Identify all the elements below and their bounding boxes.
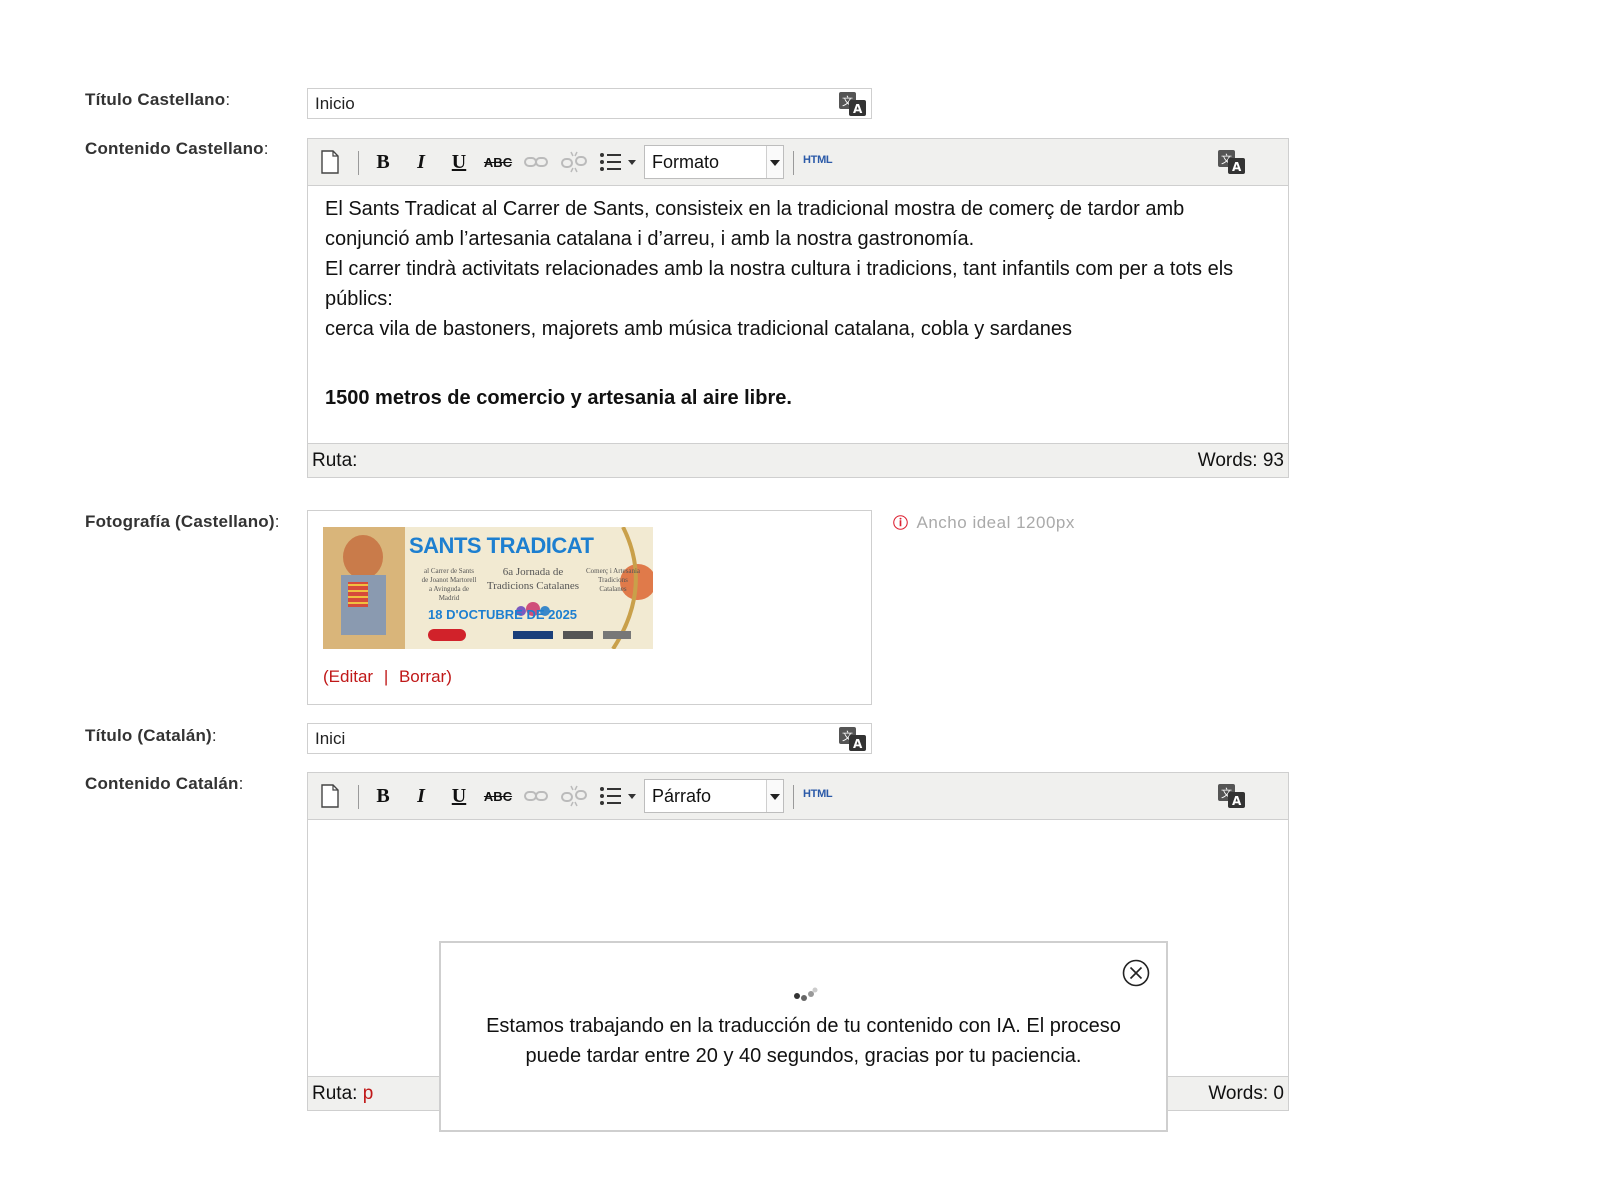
path-tag[interactable]: p: [363, 1083, 374, 1104]
unlink-icon[interactable]: [560, 148, 588, 176]
delete-photo-link[interactable]: Borrar): [399, 667, 452, 686]
photo-box: SANTS TRADICAT al Carrer de Sants de Joa…: [307, 510, 872, 705]
label-fotografia: Fotografía (Castellano):: [85, 512, 280, 531]
unlink-icon[interactable]: [560, 782, 588, 810]
path-label: Ruta: p: [312, 1083, 374, 1104]
titulo-catalan-input[interactable]: [308, 724, 822, 753]
italic-icon[interactable]: I: [407, 148, 435, 176]
photo-actions: (Editar | Borrar): [323, 667, 452, 687]
banner-date: 18 D'OCTUBRE DE 2025: [428, 607, 578, 622]
editor-statusbar: Ruta: Words: 93: [308, 443, 1288, 477]
banner-title: SANTS TRADICAT: [409, 533, 594, 558]
empty-line: [325, 344, 1271, 383]
toolbar-divider: [793, 785, 794, 809]
editor-content-area[interactable]: El Sants Tradicat al Carrer de Sants, co…: [308, 186, 1288, 428]
toolbar-divider: [793, 151, 794, 175]
svg-text:A: A: [853, 102, 863, 116]
toolbar-divider: [358, 785, 359, 809]
banner-center-text: 6a Jornada de Tradicions Catalanes: [486, 566, 580, 592]
content-paragraph: El carrer tindrà activitats relacionades…: [325, 258, 1234, 310]
format-select[interactable]: Formato: [644, 145, 784, 179]
edit-photo-link[interactable]: (Editar: [323, 667, 373, 686]
translate-icon[interactable]: 文 A: [838, 91, 868, 117]
photo-hint: ⓘ Ancho ideal 1200px: [893, 513, 1075, 532]
translate-icon[interactable]: 文 A: [838, 726, 868, 752]
strikethrough-icon[interactable]: ABC: [484, 782, 512, 810]
label-titulo-castellano: Título Castellano:: [85, 90, 231, 109]
content-bold-line: 1500 metros de comercio y artesania al a…: [325, 387, 792, 409]
new-document-icon[interactable]: [316, 782, 344, 810]
bold-icon[interactable]: B: [369, 148, 397, 176]
format-select[interactable]: Párrafo: [644, 779, 784, 813]
banner-left-text: al Carrer de Sants de Joanot Martorell a…: [421, 567, 477, 602]
close-icon[interactable]: [1122, 959, 1150, 987]
translate-icon[interactable]: 文 A: [1217, 783, 1247, 809]
link-icon[interactable]: [522, 148, 550, 176]
html-source-button[interactable]: HTML: [803, 788, 833, 800]
word-count: Words: 0: [1208, 1083, 1284, 1104]
word-count: Words: 93: [1197, 450, 1284, 471]
loading-spinner-icon: [794, 987, 818, 1001]
content-paragraph: El Sants Tradicat al Carrer de Sants, co…: [325, 198, 1185, 250]
titulo-castellano-field: 文 A: [307, 88, 872, 119]
svg-text:A: A: [1232, 160, 1242, 174]
titulo-castellano-input[interactable]: [308, 89, 822, 118]
strikethrough-icon[interactable]: ABC: [484, 148, 512, 176]
editor-toolbar: B I U ABC Párrafo HTML 文 A: [308, 773, 1288, 820]
bullet-list-icon[interactable]: [598, 782, 638, 810]
banner-right-text: Comerç i Artesania Tradicions Catalanes: [585, 567, 641, 593]
label-contenido-catalan: Contenido Catalán:: [85, 774, 244, 793]
translation-progress-modal: Estamos trabajando en la traducción de t…: [439, 941, 1168, 1132]
svg-text:A: A: [853, 737, 863, 751]
bullet-list-icon[interactable]: [598, 148, 638, 176]
translate-icon[interactable]: 文 A: [1217, 149, 1247, 175]
path-label: Ruta:: [312, 450, 358, 471]
label-contenido-castellano: Contenido Castellano:: [85, 139, 269, 158]
underline-icon[interactable]: U: [445, 148, 473, 176]
new-document-icon[interactable]: [316, 148, 344, 176]
editor-toolbar: B I U ABC Formato HTML 文 A: [308, 139, 1288, 186]
svg-text:A: A: [1232, 794, 1242, 808]
italic-icon[interactable]: I: [407, 782, 435, 810]
link-icon[interactable]: [522, 782, 550, 810]
photo-thumbnail[interactable]: SANTS TRADICAT al Carrer de Sants de Joa…: [323, 527, 653, 649]
link-separator: |: [383, 667, 389, 686]
bold-icon[interactable]: B: [369, 782, 397, 810]
info-icon: ⓘ: [893, 515, 909, 532]
modal-message: Estamos trabajando en la traducción de t…: [486, 1015, 1121, 1067]
underline-icon[interactable]: U: [445, 782, 473, 810]
label-titulo-catalan: Título (Catalán):: [85, 726, 217, 745]
content-paragraph: cerca vila de bastoners, majorets amb mú…: [325, 318, 1073, 340]
toolbar-divider: [358, 151, 359, 175]
html-source-button[interactable]: HTML: [803, 154, 833, 166]
titulo-catalan-field: 文 A: [307, 723, 872, 754]
editor-castellano: B I U ABC Formato HTML 文 A El Sants Trad…: [307, 138, 1289, 478]
